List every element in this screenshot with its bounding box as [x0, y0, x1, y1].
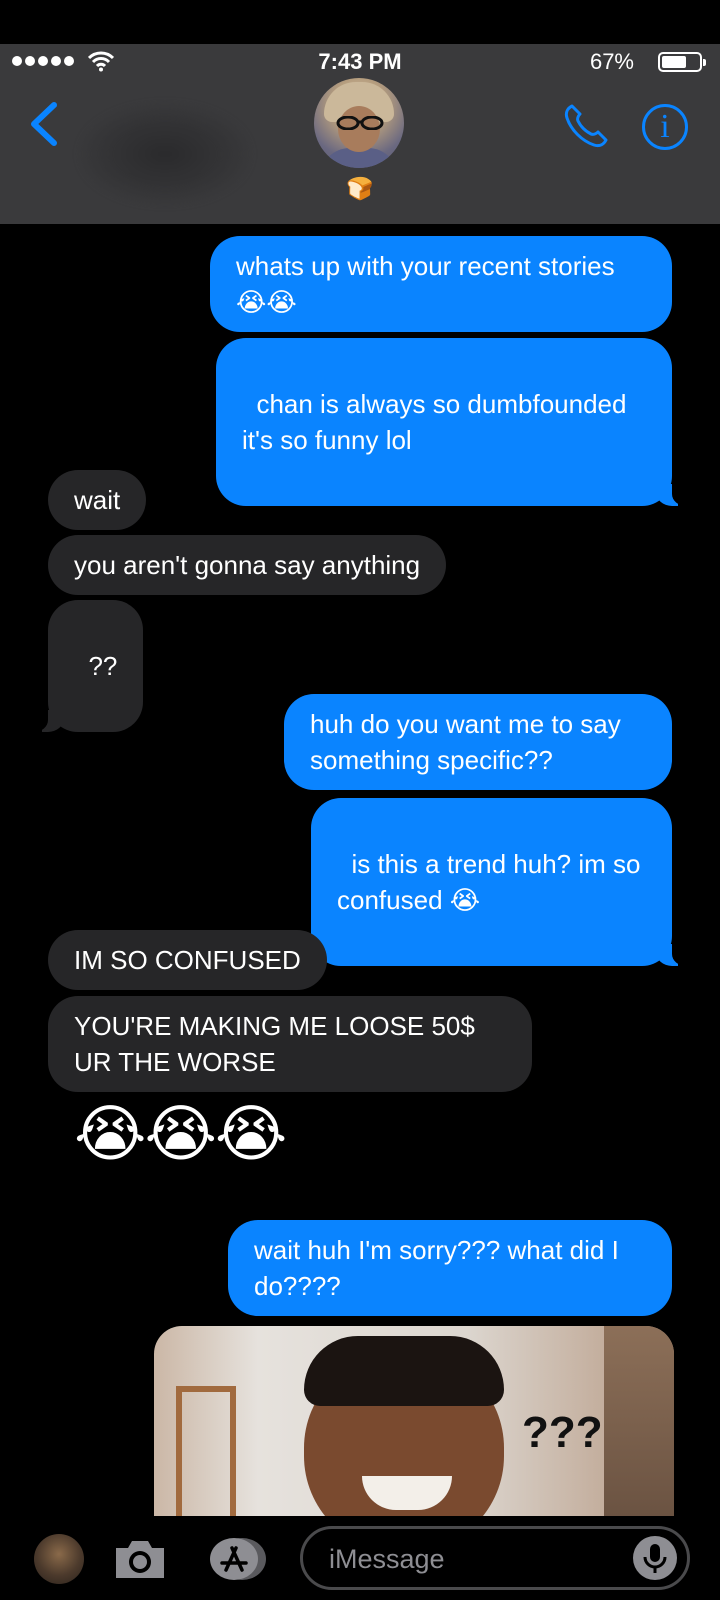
bubble-tail — [28, 706, 64, 732]
bubble-tail — [656, 940, 692, 966]
app-store-icon[interactable] — [204, 1536, 270, 1582]
compose-bar: iMessage — [0, 1516, 720, 1600]
blurred-contact-name — [80, 104, 250, 204]
meme-caption: ??? — [522, 1408, 603, 1457]
battery-fill — [662, 56, 686, 68]
bubble-tail — [656, 480, 692, 506]
message-bubble-sent[interactable]: chan is always so dumbfounded it's so fu… — [216, 338, 692, 506]
message-text: is this a trend huh? im so confused 😭 — [337, 849, 641, 915]
message-text: ?? — [88, 651, 118, 681]
message-bubble-sent[interactable]: is this a trend huh? im so confused 😭 — [311, 798, 692, 966]
memoji-app-icon[interactable] — [34, 1534, 84, 1584]
camera-icon[interactable] — [112, 1536, 168, 1582]
message-bubble-received[interactable]: ?? — [28, 600, 144, 732]
phone-call-icon[interactable] — [562, 102, 610, 150]
battery-icon — [658, 52, 706, 72]
contact-status-emoji: 🍞 — [346, 176, 374, 201]
message-bubble-received[interactable]: IM SO CONFUSED — [48, 930, 327, 990]
status-bar: 7:43 PM 67% — [0, 44, 720, 80]
battery-percentage: 67% — [589, 49, 634, 74]
input-placeholder: iMessage — [329, 1544, 445, 1574]
message-bubble-received[interactable]: you aren't gonna say anything — [48, 535, 447, 595]
contact-avatar[interactable] — [314, 78, 404, 168]
message-bubble-received[interactable]: YOU'RE MAKING ME LOOSE 50$ UR THE WORSE — [48, 996, 532, 1092]
message-bubble-sent[interactable]: wait huh I'm sorry??? what did I do???? — [228, 1220, 672, 1316]
message-text: chan is always so dumbfounded it's so fu… — [242, 389, 627, 455]
glasses-icon — [336, 116, 384, 130]
meme-image-attachment[interactable]: ??? — [154, 1326, 674, 1516]
info-icon[interactable]: i — [642, 104, 688, 150]
emoji-only-message[interactable]: 😭😭😭 — [74, 1104, 287, 1166]
microphone-button[interactable] — [633, 1536, 677, 1580]
imessage-input[interactable]: iMessage — [300, 1526, 690, 1590]
message-bubble-sent[interactable]: whats up with your recent stories 😭😭 — [210, 236, 672, 332]
conversation-header: 7:43 PM 67% 🍞 i — [0, 44, 720, 224]
message-bubble-sent[interactable]: huh do you want me to say something spec… — [284, 694, 672, 790]
microphone-icon — [643, 1544, 667, 1573]
message-bubble-received[interactable]: wait — [48, 470, 147, 530]
back-chevron-icon[interactable] — [24, 99, 64, 149]
